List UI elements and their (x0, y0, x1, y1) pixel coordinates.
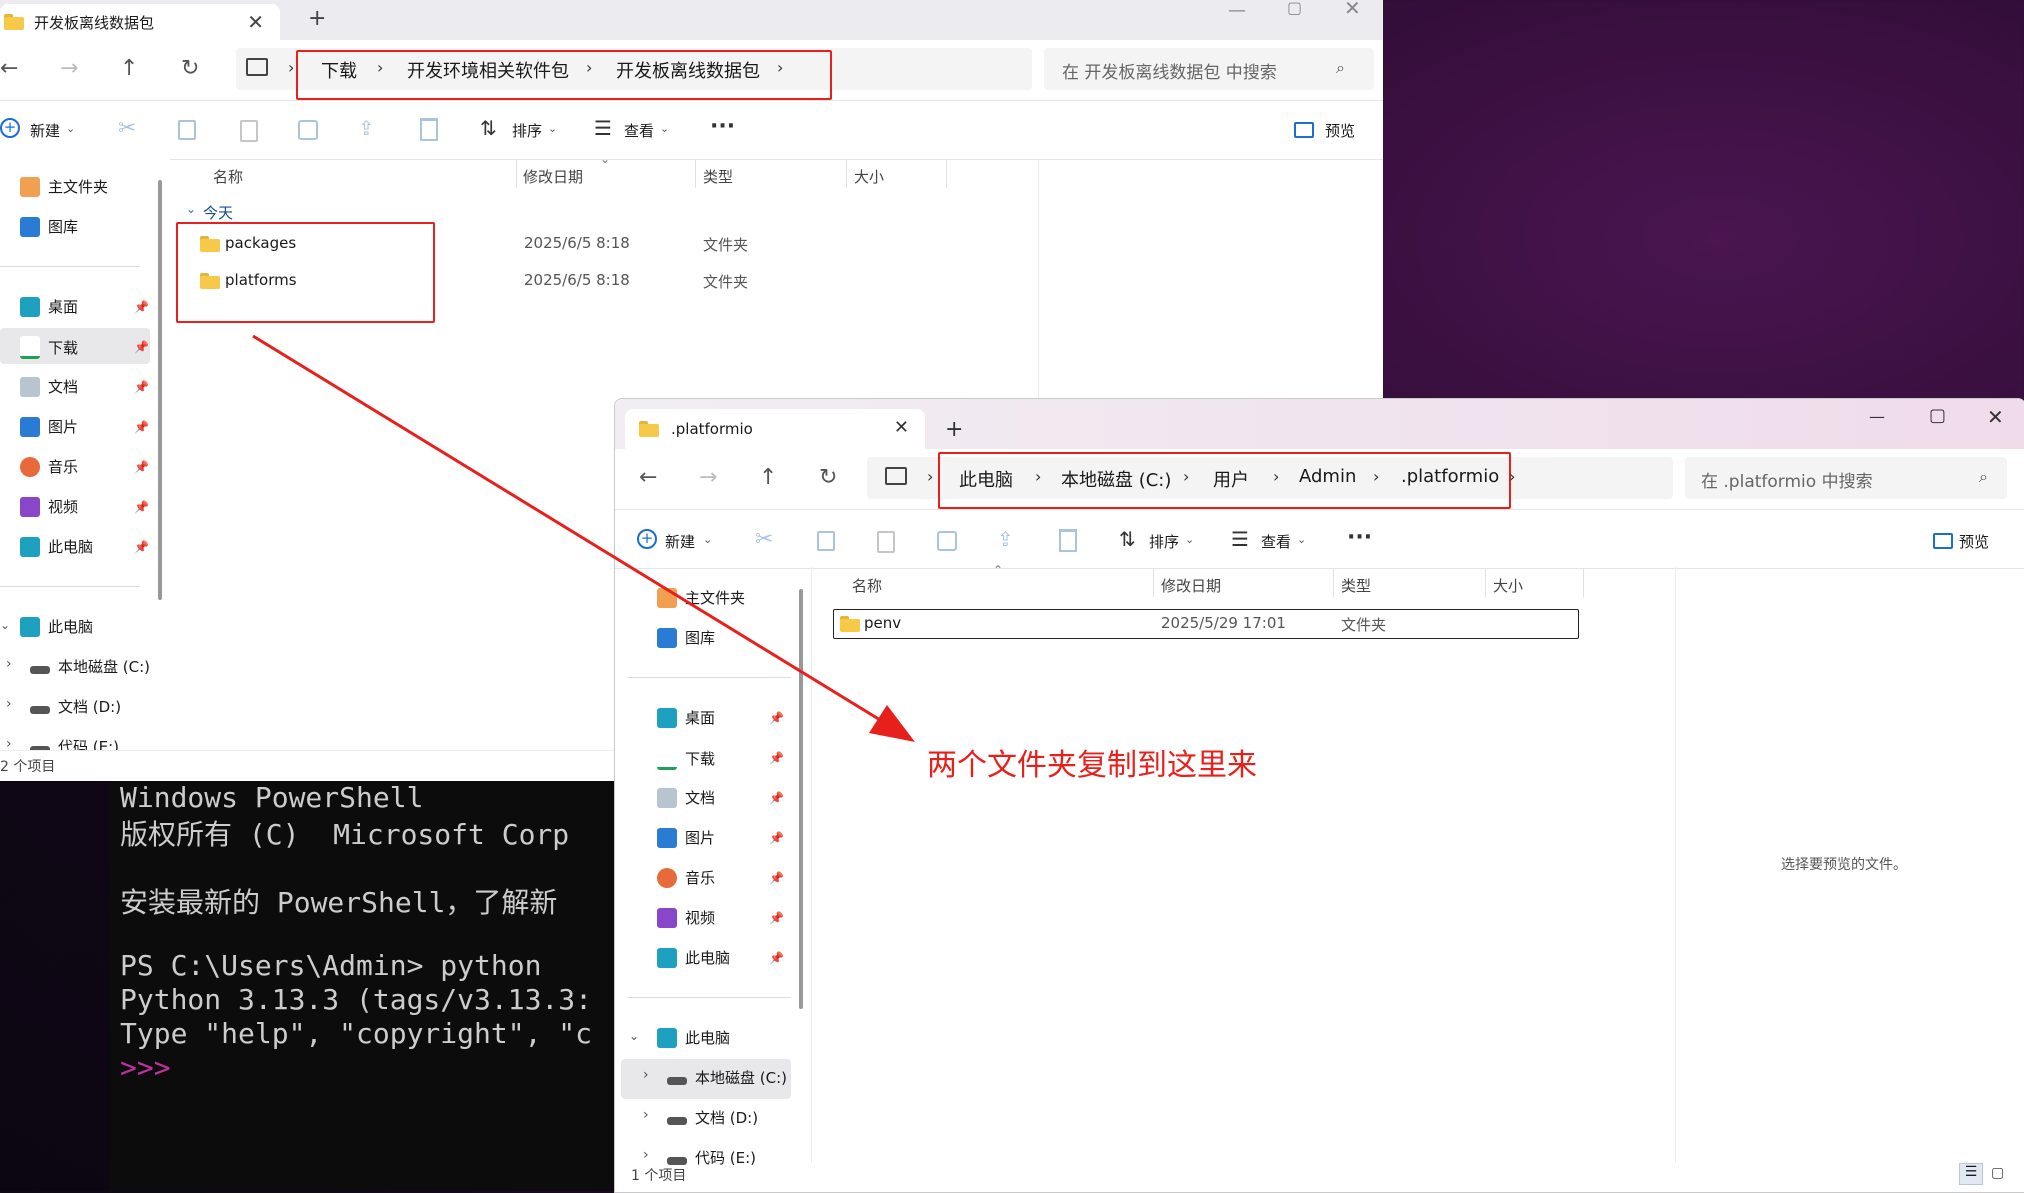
annotation-arrow (252, 334, 915, 742)
annotation-text: 两个文件夹复制到这里来 (927, 748, 1257, 783)
